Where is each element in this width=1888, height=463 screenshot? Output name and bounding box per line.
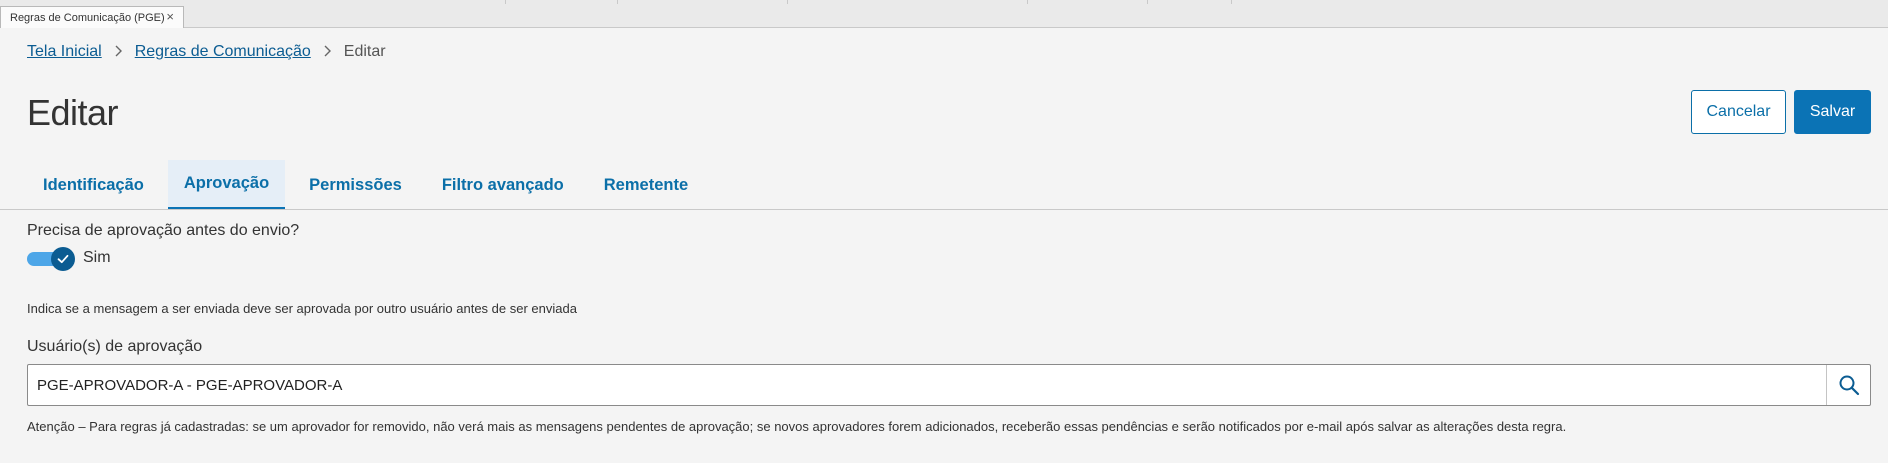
- tab-strip-segment: [1028, 0, 1148, 4]
- tab-strip-segment: [506, 0, 618, 4]
- tab-identificacao[interactable]: Identificação: [27, 160, 160, 210]
- approval-toggle[interactable]: [27, 247, 77, 271]
- approval-users-field: [27, 364, 1871, 406]
- search-icon: [1839, 375, 1859, 396]
- tab-aprovacao[interactable]: Aprovação: [167, 160, 286, 210]
- approval-question-label: Precisa de aprovação antes do envio?: [27, 222, 300, 239]
- tab-permissoes[interactable]: Permissões: [293, 160, 418, 210]
- cancel-button[interactable]: Cancelar: [1691, 90, 1786, 134]
- close-icon[interactable]: ×: [166, 9, 174, 24]
- tab-strip-segment: [618, 0, 788, 4]
- approval-users-input[interactable]: [28, 365, 1827, 405]
- check-icon: [57, 254, 69, 264]
- approval-users-label: Usuário(s) de aprovação: [27, 338, 203, 355]
- tab-remetente[interactable]: Remetente: [588, 160, 704, 210]
- chevron-right-icon: [114, 44, 123, 60]
- window-tab[interactable]: Regras de Comunicação (PGE) ×: [0, 6, 184, 28]
- breadcrumb-section-link[interactable]: Regras de Comunicação: [135, 43, 311, 61]
- search-button[interactable]: [1826, 365, 1870, 405]
- save-button[interactable]: Salvar: [1794, 90, 1871, 134]
- window-tab-strip: Regras de Comunicação (PGE) ×: [0, 0, 1888, 28]
- tab-strip-segment: [186, 0, 506, 4]
- approval-help-text: Indica se a mensagem a ser enviada deve …: [27, 301, 577, 316]
- page-title: Editar: [27, 92, 119, 133]
- tabs-divider: [0, 209, 1888, 210]
- approval-note: Atenção – Para regras já cadastradas: se…: [27, 419, 1567, 434]
- breadcrumb-home-link[interactable]: Tela Inicial: [27, 43, 102, 61]
- section-tabs: Identificação Aprovação Permissões Filtr…: [27, 160, 1888, 210]
- breadcrumb-current: Editar: [343, 43, 386, 60]
- tab-strip-segment: [788, 0, 1028, 4]
- toggle-knob: [51, 247, 75, 271]
- breadcrumb: Tela Inicial Regras de Comunicação Edita…: [27, 41, 386, 63]
- window-tab-title: Regras de Comunicação (PGE): [10, 11, 165, 24]
- approval-toggle-label: Sim: [83, 249, 111, 266]
- tab-filtro-avancado[interactable]: Filtro avançado: [426, 160, 580, 210]
- tab-strip-segment: [1148, 0, 1232, 4]
- chevron-right-icon: [323, 44, 332, 60]
